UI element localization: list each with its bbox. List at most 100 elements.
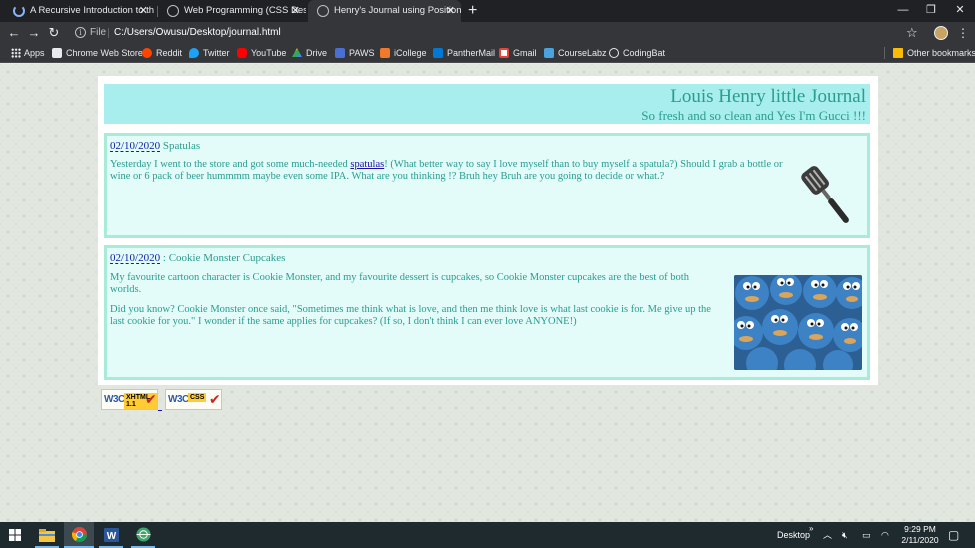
address-bar[interactable]: i File C:/Users/Owusu/Desktop/journal.ht… <box>72 24 928 42</box>
word-button[interactable]: W <box>96 522 126 548</box>
restore-button[interactable]: ❐ <box>916 0 946 22</box>
tab-recursive-intro[interactable]: A Recursive Introduction to the T ✕ <box>4 0 154 22</box>
outlook-icon <box>433 48 443 58</box>
tab-title: Web Programming (CSS Design a <box>184 5 306 16</box>
desktop-toolbar[interactable]: Desktop <box>777 522 810 548</box>
close-window-button[interactable]: ✕ <box>945 0 975 22</box>
forward-button[interactable]: → <box>24 22 44 44</box>
minimize-button[interactable]: — <box>888 0 918 22</box>
spatulas-link[interactable]: spatulas <box>350 159 384 170</box>
address-url: C:/Users/Owusu/Desktop/journal.html <box>114 27 281 38</box>
address-divider <box>108 28 109 38</box>
menu-icon[interactable]: ⋮ <box>957 22 969 44</box>
profile-avatar[interactable] <box>934 26 948 40</box>
w3c-xhtml-badge[interactable]: W3C XHTML 1.1 ✔ <box>101 389 158 410</box>
bookmark-paws[interactable]: PAWS <box>335 44 375 62</box>
gmail-icon <box>499 48 509 58</box>
journal-title: Louis Henry little Journal <box>670 86 866 107</box>
twitter-icon <box>189 48 199 58</box>
bookmark-codingbat[interactable]: CodingBat <box>609 44 665 62</box>
entry-heading-separator: : <box>160 252 169 264</box>
close-tab-icon[interactable]: ✕ <box>446 0 455 22</box>
bookmark-label: PAWS <box>349 48 375 58</box>
entry-title: Cookie Monster Cupcakes <box>168 252 286 264</box>
bookmark-label: CourseLabz <box>558 48 607 58</box>
globe-icon <box>609 48 619 58</box>
globe-icon <box>167 5 179 17</box>
bookmark-label: YouTube <box>251 48 287 58</box>
bookmark-label: CodingBat <box>623 48 666 58</box>
bookmark-label: Gmail <box>513 48 537 58</box>
system-clock[interactable]: 9:29 PM 2/11/2020 <box>890 524 950 546</box>
globe-app-icon <box>135 527 151 542</box>
bookmark-label: Apps <box>24 48 45 58</box>
bookmark-star-icon[interactable]: ☆ <box>906 22 918 44</box>
bookmark-label: Other bookmarks <box>907 48 975 58</box>
tab-strip: A Recursive Introduction to the T ✕ Web … <box>0 0 975 22</box>
close-tab-icon[interactable]: ✕ <box>139 0 148 22</box>
bookmark-courselabz[interactable]: CourseLabz <box>544 44 607 62</box>
toolbar-expand-icon[interactable]: » <box>809 516 813 542</box>
apps-grid-icon <box>11 48 21 58</box>
browser-toolbar: ← → ↻ i File C:/Users/Owusu/Desktop/jour… <box>0 22 975 44</box>
bookmark-drive[interactable]: Drive <box>292 44 327 62</box>
checkmark-icon: ✔ <box>145 391 157 407</box>
windows-icon <box>9 529 21 541</box>
journal-entry-spatulas: 02/10/2020 Spatulas Yesterday I went to … <box>104 133 870 238</box>
clock-time: 9:29 PM <box>904 524 936 534</box>
bookmark-label: Reddit <box>156 48 183 58</box>
entry-text: Yesterday I went to the store and got so… <box>110 159 351 170</box>
journal-entry-cookie-monster: 02/10/2020 : Cookie Monster Cupcakes My … <box>104 245 870 380</box>
badge-tag: CSS <box>188 393 207 402</box>
bookmark-youtube[interactable]: YouTube <box>237 44 286 62</box>
spatula-image <box>801 166 849 223</box>
show-hidden-icons-icon[interactable]: ︿ <box>823 522 832 548</box>
volume-muted-icon[interactable]: 🔇︎ <box>842 522 848 548</box>
start-button[interactable] <box>0 522 30 548</box>
word-icon: W <box>103 528 119 542</box>
checkmark-icon: ✔ <box>209 391 221 407</box>
link-underline <box>158 410 162 411</box>
bookmark-chrome-web-store[interactable]: Chrome Web Store <box>52 44 143 62</box>
action-center-icon[interactable]: ▢ <box>948 522 959 548</box>
wifi-icon[interactable]: ◠ <box>881 522 889 548</box>
site-info-icon[interactable]: i <box>75 27 86 38</box>
w3c-logo: W3C <box>168 394 189 405</box>
bookmark-label: iCollege <box>394 48 427 58</box>
other-bookmarks[interactable]: Other bookmarks <box>893 44 975 62</box>
globe-icon <box>317 5 329 17</box>
chrome-web-store-icon <box>52 48 62 58</box>
entry-heading: 02/10/2020 Spatulas <box>110 139 200 153</box>
journal-subtitle: So fresh and so clean and Yes I'm Gucci … <box>641 108 866 123</box>
w3c-logo: W3C <box>104 394 125 405</box>
new-tab-button[interactable]: + <box>468 0 477 21</box>
bookmark-apps[interactable]: Apps <box>10 44 45 62</box>
bookmark-twitter[interactable]: Twitter <box>189 44 230 62</box>
chrome-icon <box>71 527 87 542</box>
chrome-taskbar-button[interactable] <box>64 522 94 548</box>
bookmarks-bar: Apps Chrome Web Store Reddit Twitter You… <box>0 44 975 63</box>
app-button[interactable] <box>128 522 158 548</box>
reddit-icon <box>142 48 152 58</box>
bookmark-icollege[interactable]: iCollege <box>380 44 427 62</box>
entry-paragraph: Yesterday I went to the store and got so… <box>110 159 790 182</box>
bookmark-gmail[interactable]: Gmail <box>499 44 537 62</box>
entry-paragraph: Did you know? Cookie Monster once said, … <box>110 304 711 327</box>
reload-button[interactable]: ↻ <box>44 22 64 44</box>
bookmark-panthermail[interactable]: PantherMail <box>433 44 495 62</box>
tab-web-programming[interactable]: Web Programming (CSS Design a ✕ <box>158 0 306 22</box>
youtube-icon <box>237 48 247 58</box>
file-explorer-button[interactable] <box>32 522 62 548</box>
back-button[interactable]: ← <box>4 22 24 44</box>
tab-title: A Recursive Introduction to the T <box>30 5 154 16</box>
close-tab-icon[interactable]: ✕ <box>291 0 300 22</box>
journal-header: Louis Henry little Journal So fresh and … <box>104 84 870 124</box>
icollege-icon <box>380 48 390 58</box>
w3c-css-badge[interactable]: W3C CSS ✔ <box>165 389 222 410</box>
battery-icon[interactable]: ▭ <box>862 522 871 548</box>
cookie-monster-cupcakes-image <box>734 275 862 370</box>
bookmark-reddit[interactable]: Reddit <box>142 44 182 62</box>
tab-henrys-journal[interactable]: Henry's Journal using Positioning ✕ <box>308 0 461 22</box>
bookmark-label: PantherMail <box>447 48 496 58</box>
address-scheme: File <box>90 27 107 38</box>
